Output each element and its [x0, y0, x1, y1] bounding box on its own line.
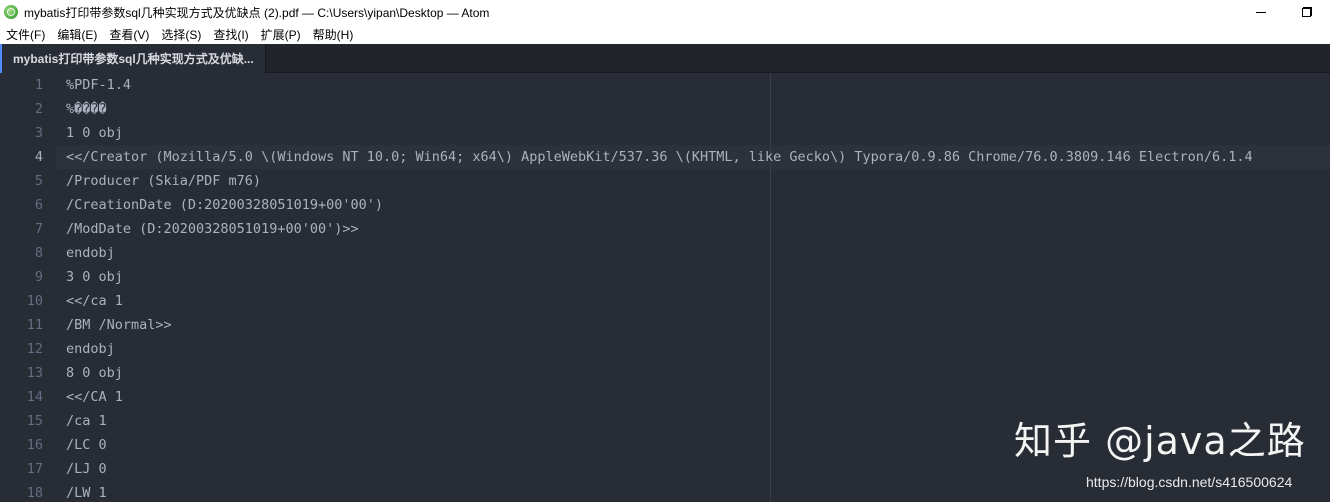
- line-number: 4: [34, 149, 43, 165]
- code-line[interactable]: /LW 1: [66, 481, 107, 502]
- wrap-guide: [770, 73, 771, 502]
- code-line[interactable]: <</Creator (Mozilla/5.0 \(Windows NT 10.…: [66, 145, 1253, 169]
- line-number: 17: [26, 461, 43, 477]
- menu-view[interactable]: 查看(V): [103, 26, 155, 43]
- line-number: 1: [34, 77, 43, 93]
- minimize-button[interactable]: [1238, 0, 1284, 24]
- menu-packages[interactable]: 扩展(P): [255, 26, 307, 43]
- active-tab-indicator: [0, 44, 2, 73]
- code-line[interactable]: /ca 1: [66, 409, 107, 433]
- restore-icon: [1302, 7, 1312, 17]
- code-line[interactable]: /ModDate (D:20200328051019+00'00')>>: [66, 217, 359, 241]
- line-number: 2: [34, 101, 43, 117]
- line-number: 12: [26, 341, 43, 357]
- code-line[interactable]: /LC 0: [66, 433, 107, 457]
- line-number-gutter[interactable]: 1 2 3 4 5 6 7 8 9 10 11 12 13 14 15 16 1…: [0, 73, 56, 502]
- atom-icon: [4, 5, 18, 19]
- line-number: 14: [26, 389, 43, 405]
- code-line[interactable]: %PDF-1.4: [66, 73, 131, 97]
- code-line[interactable]: /CreationDate (D:20200328051019+00'00'): [66, 193, 383, 217]
- menu-file[interactable]: 文件(F): [0, 26, 51, 43]
- line-number: 18: [26, 485, 43, 501]
- line-number: 15: [26, 413, 43, 429]
- minimize-icon: [1256, 11, 1266, 13]
- line-number: 8: [34, 245, 43, 261]
- menu-find[interactable]: 查找(I): [207, 26, 254, 43]
- tab-label: mybatis打印带参数sql几种实现方式及优缺...: [13, 52, 254, 66]
- code-line[interactable]: %����: [66, 97, 107, 121]
- tab-bar: mybatis打印带参数sql几种实现方式及优缺...: [0, 44, 1330, 73]
- window-controls: [1238, 0, 1330, 24]
- line-number: 6: [34, 197, 43, 213]
- line-number: 9: [34, 269, 43, 285]
- restore-button[interactable]: [1284, 0, 1330, 24]
- line-number: 3: [34, 125, 43, 141]
- code-line[interactable]: <</CA 1: [66, 385, 123, 409]
- menu-bar: 文件(F) 编辑(E) 查看(V) 选择(S) 查找(I) 扩展(P) 帮助(H…: [0, 24, 1330, 45]
- menu-edit[interactable]: 编辑(E): [51, 26, 103, 43]
- code-line[interactable]: endobj: [66, 337, 115, 361]
- line-number: 10: [26, 293, 43, 309]
- tab-pdf-file[interactable]: mybatis打印带参数sql几种实现方式及优缺...: [0, 44, 266, 73]
- window-title: mybatis打印带参数sql几种实现方式及优缺点 (2).pdf — C:\U…: [24, 5, 490, 20]
- menu-help[interactable]: 帮助(H): [307, 26, 360, 43]
- menu-selection[interactable]: 选择(S): [155, 26, 207, 43]
- zhihu-watermark: 知乎 @java之路: [1014, 419, 1306, 463]
- line-number: 11: [26, 317, 43, 333]
- code-line[interactable]: 8 0 obj: [66, 361, 123, 385]
- line-number: 7: [34, 221, 43, 237]
- line-number: 13: [26, 365, 43, 381]
- code-line[interactable]: /LJ 0: [66, 457, 107, 481]
- code-line[interactable]: <</ca 1: [66, 289, 123, 313]
- atom-window: mybatis打印带参数sql几种实现方式及优缺点 (2).pdf — C:\U…: [0, 0, 1330, 502]
- line-number: 16: [26, 437, 43, 453]
- line-number: 5: [34, 173, 43, 189]
- title-bar[interactable]: mybatis打印带参数sql几种实现方式及优缺点 (2).pdf — C:\U…: [0, 0, 1330, 24]
- code-line[interactable]: /BM /Normal>>: [66, 313, 172, 337]
- code-line[interactable]: /Producer (Skia/PDF m76): [66, 169, 261, 193]
- code-line[interactable]: 1 0 obj: [66, 121, 123, 145]
- csdn-watermark-url: https://blog.csdn.net/s416500624: [1086, 474, 1293, 490]
- code-line[interactable]: endobj: [66, 241, 115, 265]
- code-line[interactable]: 3 0 obj: [66, 265, 123, 289]
